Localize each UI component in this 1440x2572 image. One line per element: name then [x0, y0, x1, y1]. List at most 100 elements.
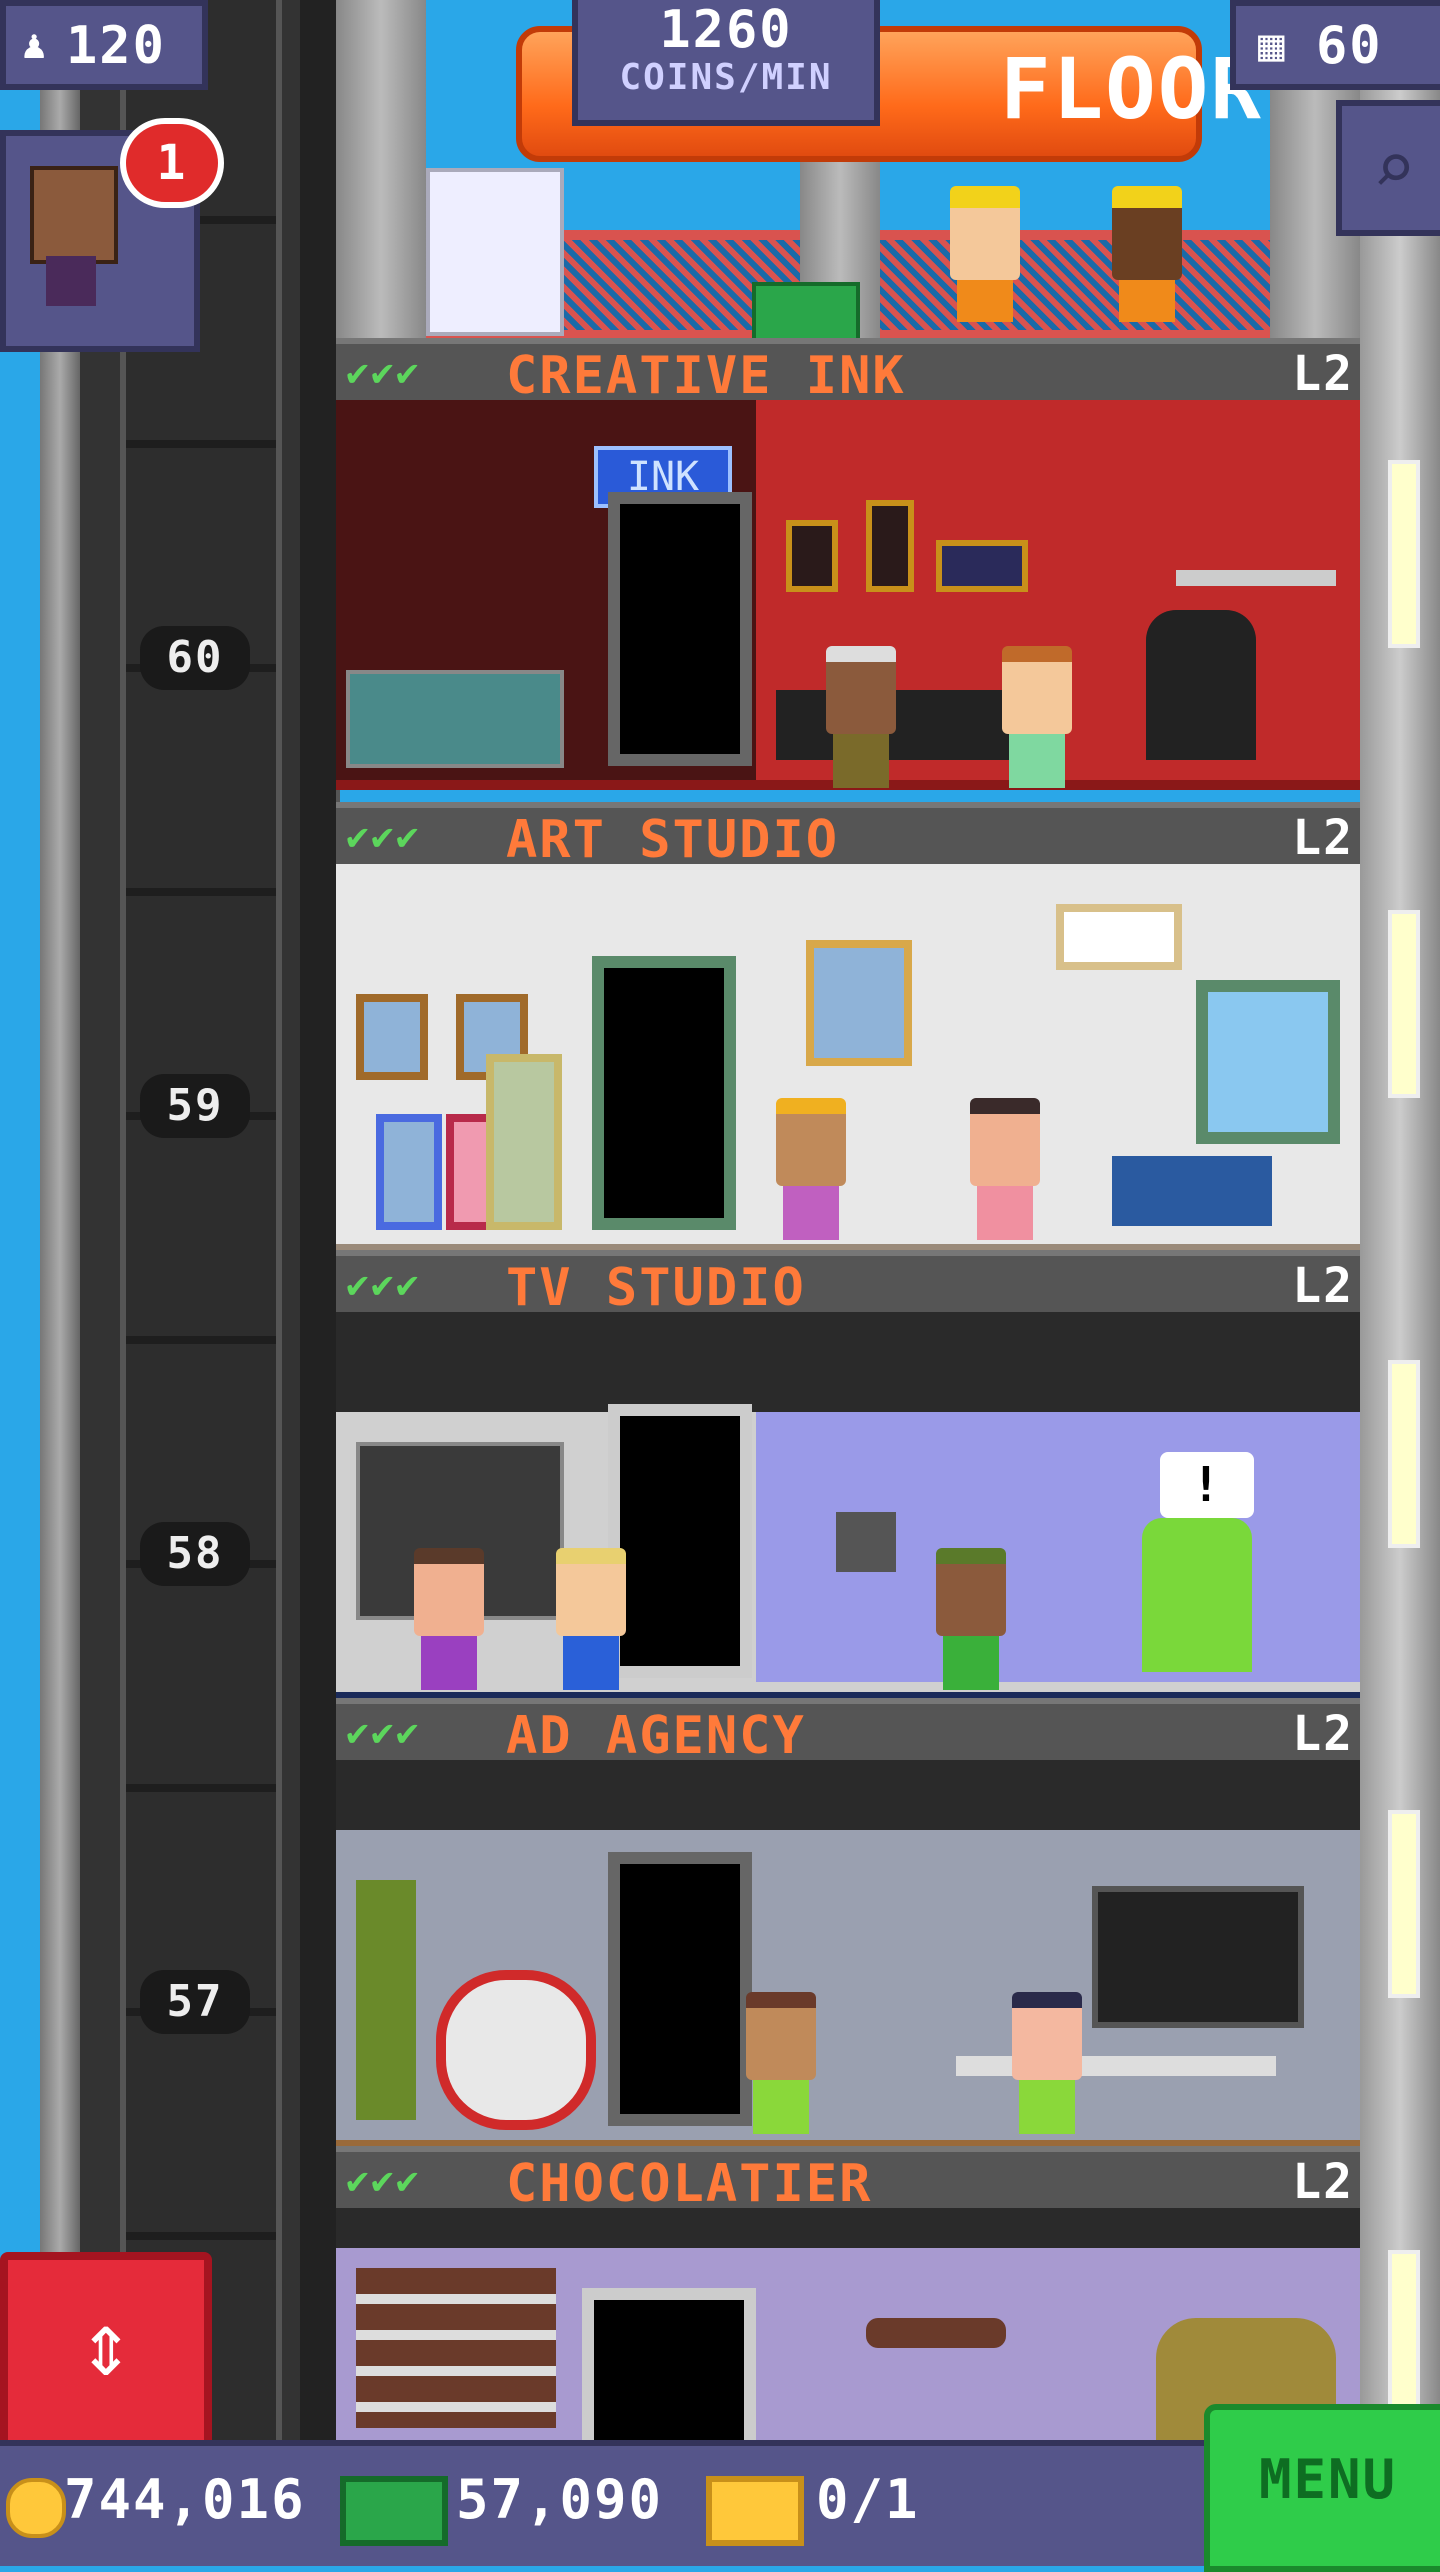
stock-checks: ✔✔✔ — [346, 350, 421, 394]
floor-counter[interactable]: ▦ 60 — [1230, 0, 1440, 90]
coin-icon — [6, 2478, 66, 2538]
worker — [826, 646, 896, 788]
sofa — [776, 690, 1016, 760]
display-counter — [346, 670, 564, 768]
floor-header-ad-agency[interactable]: ✔✔✔ AD AGENCY L2 — [336, 1698, 1360, 1766]
pillar — [336, 0, 426, 338]
stock-checks: ✔✔✔ — [346, 2158, 421, 2202]
floor-count-value: 60 — [1316, 16, 1383, 76]
room-art-studio[interactable] — [336, 864, 1360, 1254]
coins-per-min-label: COINS/MIN — [619, 57, 833, 98]
shaft-floor-number: 59 — [140, 1074, 250, 1138]
door — [608, 492, 752, 766]
coins-per-min-panel: 1260 COINS/MIN — [572, 0, 880, 126]
chocolate-tray — [866, 2318, 1006, 2348]
worker — [970, 1098, 1040, 1240]
room-creative-ink[interactable]: INK — [336, 400, 1360, 790]
building-edge — [1360, 0, 1440, 2440]
floor-level: L2 — [1292, 1706, 1354, 1762]
painting — [356, 994, 428, 1080]
menu-button[interactable]: MENU — [1204, 2404, 1440, 2572]
population-counter[interactable]: ♟ 120 — [0, 0, 208, 90]
worker — [936, 1548, 1006, 1690]
window — [1196, 980, 1340, 1144]
floor-level: L2 — [1292, 2154, 1354, 2210]
floor-name: CHOCOLATIER — [506, 2154, 873, 2214]
shaft-floor-number: 57 — [140, 1970, 250, 2034]
floor-name: CREATIVE INK — [506, 346, 906, 406]
alert-bubble[interactable]: ! — [1160, 1452, 1254, 1518]
floor-name: TV STUDIO — [506, 1258, 806, 1318]
worker — [776, 1098, 846, 1240]
door — [608, 1852, 752, 2126]
shaft-wall — [300, 0, 340, 2440]
shaft-floor-number: 58 — [140, 1522, 250, 1586]
visitor-avatar — [30, 166, 118, 264]
floor-header-chocolatier[interactable]: ✔✔✔ CHOCOLATIER L2 — [336, 2146, 1360, 2214]
floor-header-creative-ink[interactable]: ✔✔✔ CREATIVE INK L2 — [336, 338, 1360, 406]
stock-checks: ✔✔✔ — [346, 814, 421, 858]
coins-per-min-value: 1260 — [659, 0, 793, 60]
tv-screen — [1092, 1886, 1304, 2028]
desk — [956, 2056, 1276, 2076]
notification-badge[interactable]: 1 — [120, 118, 224, 208]
office-chair — [1146, 610, 1256, 760]
egg-chair — [436, 1970, 596, 2130]
door — [582, 2288, 756, 2452]
picture-frame — [786, 520, 838, 592]
glass-panel — [426, 168, 564, 336]
cabinet — [1112, 1156, 1272, 1226]
coins-value[interactable]: 744,016 — [64, 2468, 306, 2531]
shaft-interior — [120, 0, 282, 2440]
camera-icon — [836, 1512, 896, 1572]
construction-worker — [1112, 186, 1182, 322]
visitor-body — [46, 256, 96, 306]
painting — [1056, 904, 1182, 970]
window-light — [1388, 910, 1420, 1098]
magnifier-icon: ⌕ — [1372, 126, 1416, 210]
door — [608, 1404, 752, 1678]
worker — [746, 1992, 816, 2134]
elevator-button[interactable]: ⇕ — [0, 2252, 212, 2452]
worker — [1002, 646, 1072, 788]
floor-level: L2 — [1292, 1258, 1354, 1314]
construction-worker — [950, 186, 1020, 322]
person-icon: ♟ — [22, 22, 49, 68]
floor-header-tv-studio[interactable]: ✔✔✔ TV STUDIO L2 — [336, 1250, 1360, 1318]
floor-header-art-studio[interactable]: ✔✔✔ ART STUDIO L2 — [336, 802, 1360, 870]
tower-bux-value[interactable]: 57,090 — [456, 2468, 663, 2531]
floor-name: AD AGENCY — [506, 1706, 806, 1766]
stock-checks: ✔✔✔ — [346, 1710, 421, 1754]
door — [592, 956, 736, 1230]
shelf — [1176, 570, 1336, 586]
plant — [356, 1880, 416, 2120]
toolbox-icon — [752, 282, 860, 346]
room-chocolatier[interactable] — [336, 2208, 1360, 2452]
floor-level: L2 — [1292, 810, 1354, 866]
worker — [1012, 1992, 1082, 2134]
population-value: 120 — [66, 16, 166, 76]
up-down-arrows-icon: ⇕ — [78, 2292, 134, 2397]
window-light — [1388, 460, 1420, 648]
painting — [806, 940, 912, 1066]
tickets-value[interactable]: 0/1 — [816, 2468, 920, 2531]
worker — [556, 1548, 626, 1690]
shaft-rail — [40, 0, 80, 2440]
tower-bux-icon — [340, 2476, 448, 2546]
painting — [376, 1114, 442, 1230]
building-icon: ▦ — [1258, 20, 1287, 71]
new-floor-sign-text: FLOOR — [1000, 40, 1263, 138]
dinosaur-mascot — [1142, 1518, 1252, 1672]
worker — [414, 1548, 484, 1690]
picture-frame — [936, 540, 1028, 592]
chocolate-shelf — [356, 2268, 556, 2428]
painting — [486, 1054, 562, 1230]
window-light — [1388, 1360, 1420, 1548]
stock-checks: ✔✔✔ — [346, 1262, 421, 1306]
room-ad-agency[interactable] — [336, 1760, 1360, 2150]
floor-name: ART STUDIO — [506, 810, 840, 870]
zoom-button[interactable]: ⌕ — [1336, 100, 1440, 236]
shaft-floor-number: 60 — [140, 626, 250, 690]
window-light — [1388, 1810, 1420, 1998]
room-tv-studio[interactable]: ! — [336, 1312, 1360, 1702]
